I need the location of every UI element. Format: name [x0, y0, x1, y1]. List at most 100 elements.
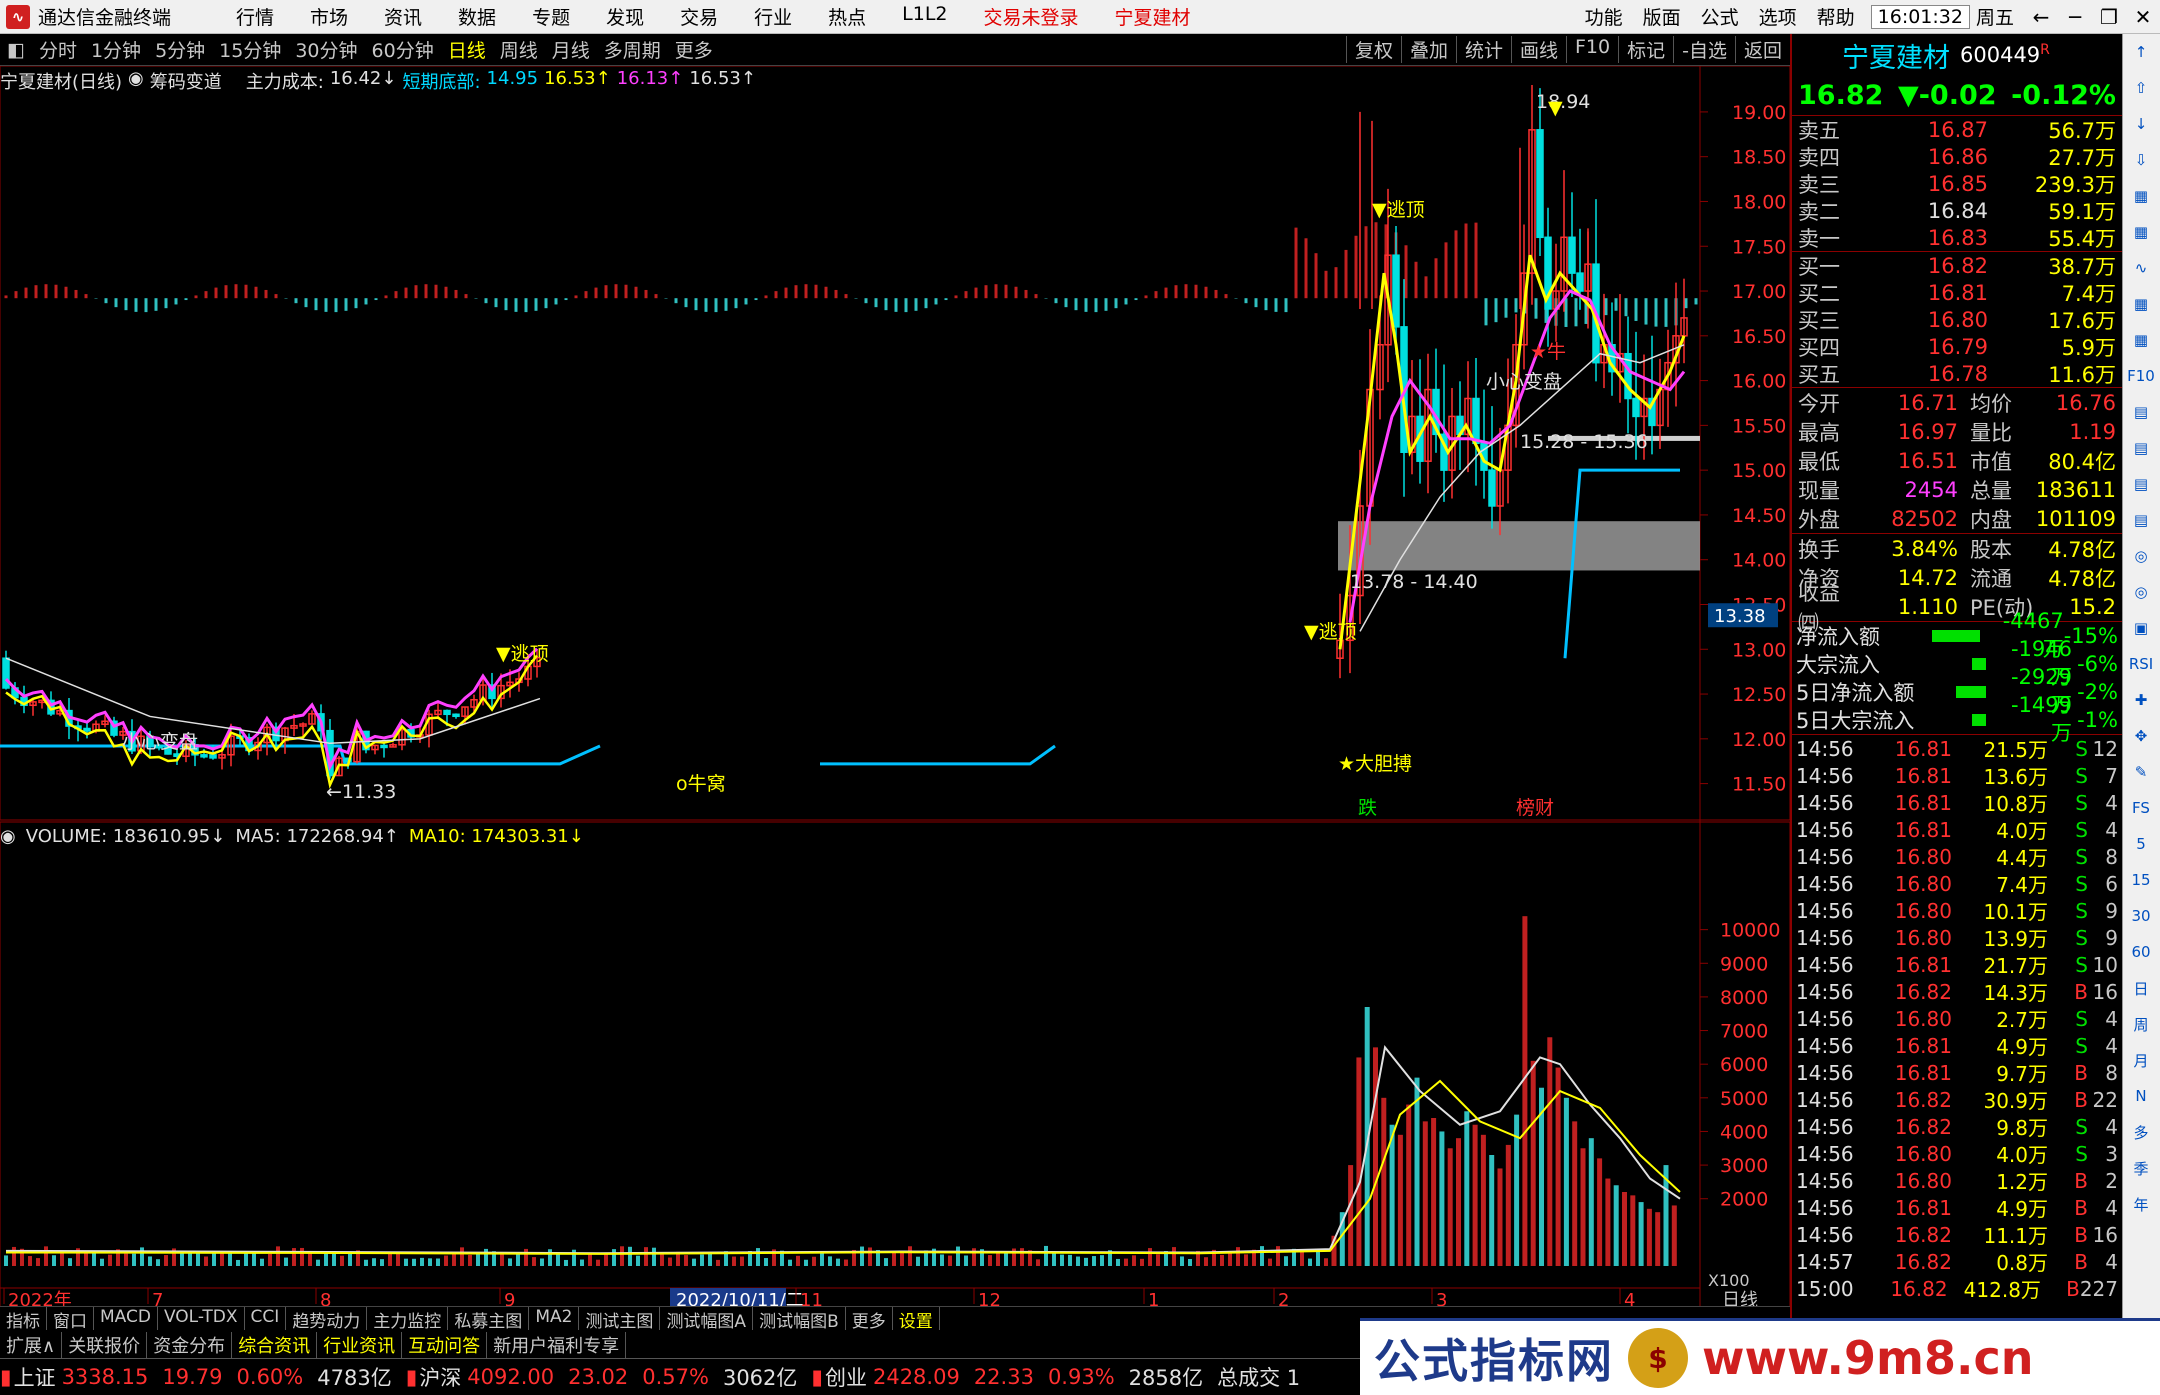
indicator-tab-2[interactable]: MACD	[94, 1307, 158, 1330]
indicator-name[interactable]: 筹码变道	[150, 68, 222, 94]
period-tab-3[interactable]: 15分钟	[212, 36, 288, 63]
tick-row[interactable]: 14:56 16.80 4.4万 S 8	[1792, 843, 2122, 871]
extension-tab-3[interactable]: 综合资讯	[232, 1332, 318, 1358]
toolbar-btn-3[interactable]: 画线	[1510, 36, 1566, 63]
sidebar-tool-icon-13[interactable]: ▤	[2123, 502, 2159, 538]
close-icon[interactable]: ✕	[2126, 5, 2160, 29]
tick-row[interactable]: 14:56 16.81 4.9万 B 4	[1792, 1194, 2122, 1222]
extension-tab-5[interactable]: 互动问答	[402, 1332, 488, 1358]
sidebar-tool-icon-27[interactable]: 周	[2123, 1006, 2159, 1042]
sidebar-tool-icon-20[interactable]: ✎	[2123, 754, 2159, 790]
sidebar-tool-icon-19[interactable]: ✥	[2123, 718, 2159, 754]
menu-item-6[interactable]: 交易	[662, 3, 736, 30]
sidebar-tool-icon-14[interactable]: ◎	[2123, 538, 2159, 574]
menu-item-8[interactable]: 热点	[810, 3, 884, 30]
sidebar-tool-icon-30[interactable]: 多	[2123, 1114, 2159, 1150]
tick-row[interactable]: 14:56 16.80 7.4万 S 6	[1792, 870, 2122, 898]
toolbar-btn-7[interactable]: 返回	[1734, 36, 1790, 63]
period-tab-1[interactable]: 1分钟	[84, 36, 148, 63]
toolbar-menu-icon[interactable]: ◧	[0, 39, 32, 61]
right-menu-item-4[interactable]: 帮助	[1807, 3, 1865, 30]
sidebar-tool-icon-7[interactable]: ▦	[2123, 286, 2159, 322]
period-tab-9[interactable]: 多周期	[597, 36, 668, 63]
indicator-tab-9[interactable]: 测试主图	[579, 1307, 661, 1332]
order-row[interactable]: 卖五 16.87 56.7万	[1792, 116, 2122, 143]
order-row[interactable]: 卖一 16.83 55.4万	[1792, 224, 2122, 251]
tick-row[interactable]: 14:56 16.81 4.0万 S 4	[1792, 816, 2122, 844]
tick-row[interactable]: 14:56 16.80 10.1万 S 9	[1792, 897, 2122, 925]
indicator-tab-12[interactable]: 更多	[846, 1307, 893, 1332]
toolbar-btn-1[interactable]: 叠加	[1400, 36, 1456, 63]
period-tab-10[interactable]: 更多	[668, 36, 720, 63]
order-row[interactable]: 卖三 16.85 239.3万	[1792, 170, 2122, 197]
sidebar-tool-icon-21[interactable]: FS	[2123, 790, 2159, 826]
sidebar-tool-icon-22[interactable]: 5	[2123, 826, 2159, 862]
sidebar-tool-icon-3[interactable]: ⇩	[2123, 142, 2159, 178]
order-row[interactable]: 买一 16.82 38.7万	[1792, 252, 2122, 279]
tick-row[interactable]: 14:56 16.80 13.9万 S 9	[1792, 924, 2122, 952]
index-name[interactable]: 上证	[14, 1362, 56, 1392]
right-menu-item-1[interactable]: 版面	[1633, 3, 1691, 30]
sidebar-tool-icon-5[interactable]: ▦	[2123, 214, 2159, 250]
tick-row[interactable]: 14:56 16.81 21.5万 S 12	[1792, 735, 2122, 763]
index-name[interactable]: 沪深	[419, 1362, 461, 1392]
order-row[interactable]: 买四 16.79 5.9万	[1792, 333, 2122, 360]
sidebar-tool-icon-32[interactable]: 年	[2123, 1186, 2159, 1222]
indicator-tab-1[interactable]: 窗口	[47, 1307, 94, 1332]
order-row[interactable]: 卖四 16.86 27.7万	[1792, 143, 2122, 170]
tick-list[interactable]: 14:56 16.81 21.5万 S 12 14:56 16.81 13.6万 S 7 14:56…	[1792, 735, 2122, 1303]
tick-row[interactable]: 14:56 16.81 4.9万 S 4	[1792, 1032, 2122, 1060]
period-tab-6[interactable]: 日线	[441, 36, 493, 63]
sidebar-tool-icon-11[interactable]: ▤	[2123, 430, 2159, 466]
sidebar-tool-icon-2[interactable]: ↓	[2123, 106, 2159, 142]
tick-row[interactable]: 14:56 16.82 11.1万 B 16	[1792, 1221, 2122, 1249]
login-status[interactable]: 交易未登录	[966, 3, 1097, 30]
menu-item-1[interactable]: 市场	[292, 3, 366, 30]
indicator-tab-4[interactable]: CCI	[245, 1307, 287, 1330]
extension-tab-1[interactable]: 关联报价	[62, 1332, 148, 1358]
tick-row[interactable]: 14:56 16.81 13.6万 S 7	[1792, 762, 2122, 790]
sidebar-tool-icon-29[interactable]: N	[2123, 1078, 2159, 1114]
period-tab-8[interactable]: 月线	[545, 36, 597, 63]
sidebar-tool-icon-18[interactable]: ✚	[2123, 682, 2159, 718]
extension-tab-2[interactable]: 资金分布	[147, 1332, 233, 1358]
sidebar-tool-icon-6[interactable]: ∿	[2123, 250, 2159, 286]
menu-item-4[interactable]: 专题	[514, 3, 588, 30]
indicator-tab-5[interactable]: 趋势动力	[286, 1307, 368, 1332]
tick-row[interactable]: 15:00 16.82 412.8万 B 227	[1792, 1275, 2122, 1303]
sidebar-tool-icon-25[interactable]: 60	[2123, 934, 2159, 970]
period-tab-5[interactable]: 60分钟	[365, 36, 441, 63]
sidebar-tool-icon-12[interactable]: ▤	[2123, 466, 2159, 502]
sidebar-tool-icon-15[interactable]: ◎	[2123, 574, 2159, 610]
quote-header[interactable]: 宁夏建材 600449 R	[1792, 34, 2122, 76]
toolbar-btn-6[interactable]: -自选	[1673, 36, 1735, 63]
period-tab-7[interactable]: 周线	[493, 36, 545, 63]
extension-tab-0[interactable]: 扩展∧	[0, 1332, 63, 1358]
right-menu-item-0[interactable]: 功能	[1575, 3, 1633, 30]
sidebar-tool-icon-23[interactable]: 15	[2123, 862, 2159, 898]
tick-row[interactable]: 14:56 16.80 2.7万 S 4	[1792, 1005, 2122, 1033]
extension-tab-4[interactable]: 行业资讯	[317, 1332, 403, 1358]
sidebar-tool-icon-17[interactable]: RSI	[2123, 646, 2159, 682]
tick-row[interactable]: 14:56 16.82 9.8万 S 4	[1792, 1113, 2122, 1141]
period-tab-4[interactable]: 30分钟	[288, 36, 364, 63]
volume-toggle-icon[interactable]: ◉	[0, 826, 16, 850]
indicator-tab-7[interactable]: 私募主图	[448, 1307, 530, 1332]
sidebar-tool-icon-4[interactable]: ▦	[2123, 178, 2159, 214]
sidebar-tool-icon-0[interactable]: ↑	[2123, 34, 2159, 70]
sidebar-tool-icon-16[interactable]: ▣	[2123, 610, 2159, 646]
tick-row[interactable]: 14:57 16.82 0.8万 B 4	[1792, 1248, 2122, 1276]
order-row[interactable]: 买三 16.80 17.6万	[1792, 306, 2122, 333]
minimize-icon[interactable]: ─	[2058, 5, 2092, 29]
sidebar-tool-icon-8[interactable]: ▦	[2123, 322, 2159, 358]
sidebar-tool-icon-31[interactable]: 季	[2123, 1150, 2159, 1186]
menu-item-5[interactable]: 发现	[588, 3, 662, 30]
menu-item-3[interactable]: 数据	[440, 3, 514, 30]
indicator-tab-6[interactable]: 主力监控	[367, 1307, 449, 1332]
order-row[interactable]: 买五 16.78 11.6万	[1792, 360, 2122, 387]
right-menu-item-2[interactable]: 公式	[1691, 3, 1749, 30]
indicator-tab-11[interactable]: 测试幅图B	[753, 1307, 846, 1332]
tick-row[interactable]: 14:56 16.80 1.2万 B 2	[1792, 1167, 2122, 1195]
toolbar-btn-5[interactable]: 标记	[1618, 36, 1673, 63]
sidebar-tool-icon-28[interactable]: 月	[2123, 1042, 2159, 1078]
